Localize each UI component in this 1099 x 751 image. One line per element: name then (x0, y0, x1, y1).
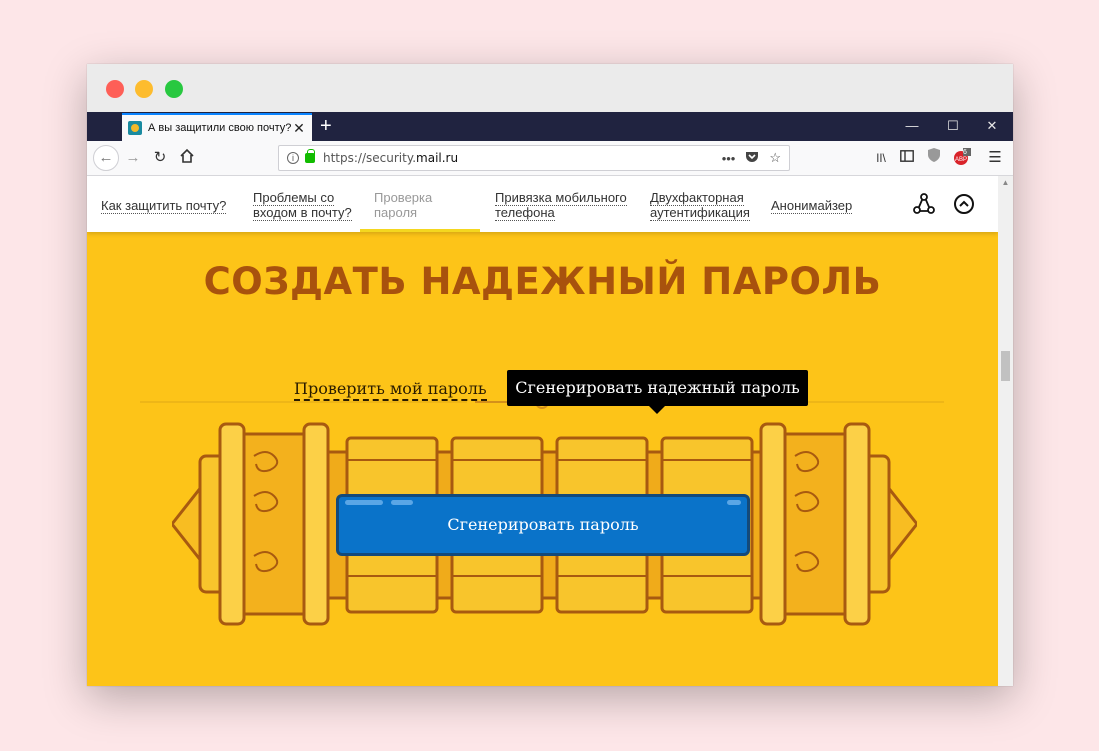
nav-item-password-check[interactable]: Проверка пароля (374, 190, 432, 220)
share-icon[interactable] (913, 193, 935, 215)
zoom-window-dot[interactable] (165, 80, 183, 98)
nav-item-anonymizer[interactable]: Анонимайзер (771, 198, 853, 214)
back-button[interactable]: ← (93, 145, 119, 171)
info-icon[interactable]: i (287, 152, 299, 164)
nav-item-protect-mail[interactable]: Как защитить почту? (101, 198, 227, 214)
scroll-up-arrow-icon[interactable]: ▲ (1001, 178, 1010, 187)
url-text[interactable]: https://security.mail.ru (323, 151, 712, 165)
scroll-up-icon[interactable] (953, 193, 975, 215)
mac-titlebar (87, 64, 1013, 112)
tab-strip: А вы защитили свою почту? ✕ + — ☐ ✕ (87, 112, 1013, 141)
url-bar[interactable]: i https://security.mail.ru ••• ☆ (278, 145, 790, 171)
bookmark-star-icon[interactable]: ☆ (769, 150, 781, 166)
minimize-window-dot[interactable] (135, 80, 153, 98)
browser-window: А вы защитили свою почту? ✕ + — ☐ ✕ ← → … (87, 64, 1013, 686)
vertical-scrollbar[interactable]: ▲ (998, 176, 1013, 686)
lock-icon (305, 149, 315, 163)
pocket-icon[interactable] (745, 150, 759, 167)
new-tab-button[interactable]: + (320, 114, 332, 138)
navigation-toolbar: ← → ↻ i https://security.mail.ru ••• ☆ ǀ… (87, 141, 1013, 176)
generate-button-label: Сгенерировать пароль (447, 515, 639, 534)
minimize-button[interactable]: — (902, 117, 922, 135)
site-favicon-icon (128, 121, 142, 135)
maximize-button[interactable]: ☐ (943, 117, 963, 135)
close-window-dot[interactable] (106, 80, 124, 98)
active-nav-indicator (360, 229, 480, 232)
close-button[interactable]: ✕ (982, 117, 1002, 135)
browser-tab[interactable]: А вы защитили свою почту? ✕ (122, 113, 312, 141)
page-viewport: Как защитить почту? Проблемы со входом в … (87, 176, 998, 686)
check-password-link[interactable]: Проверить мой пароль (294, 379, 487, 401)
page-actions-icon[interactable]: ••• (722, 151, 736, 166)
sidebar-icon[interactable] (897, 148, 917, 168)
adblock-icon[interactable]: ABP 6 (952, 148, 972, 168)
generate-password-tab[interactable]: Сгенерировать надежный пароль (507, 370, 808, 414)
generate-password-button[interactable]: Сгенерировать пароль (336, 494, 750, 556)
forward-button[interactable]: → (123, 148, 143, 168)
nav-item-two-factor[interactable]: Двухфакторная аутентификация (650, 190, 750, 221)
nav-item-mobile-binding[interactable]: Привязка мобильного телефона (495, 190, 627, 221)
nav-item-login-problems[interactable]: Проблемы со входом в почту? (253, 190, 352, 221)
button-highlight (727, 500, 741, 505)
menu-icon[interactable]: ☰ (985, 148, 1005, 168)
tab-title: А вы защитили свою почту? (148, 122, 292, 134)
page-title: СОЗДАТЬ НАДЕЖНЫЙ ПАРОЛЬ (203, 260, 882, 303)
reload-button[interactable]: ↻ (150, 148, 170, 168)
tab-close-icon[interactable]: ✕ (292, 120, 306, 137)
home-icon (180, 148, 194, 163)
home-button[interactable] (177, 148, 197, 168)
scroll-thumb[interactable] (1001, 351, 1010, 381)
library-icon[interactable]: ǀǀ\ (871, 148, 891, 168)
shield-icon[interactable] (924, 148, 944, 168)
site-navigation: Как защитить почту? Проблемы со входом в … (87, 176, 998, 232)
adblock-badge: 6 (963, 149, 967, 156)
